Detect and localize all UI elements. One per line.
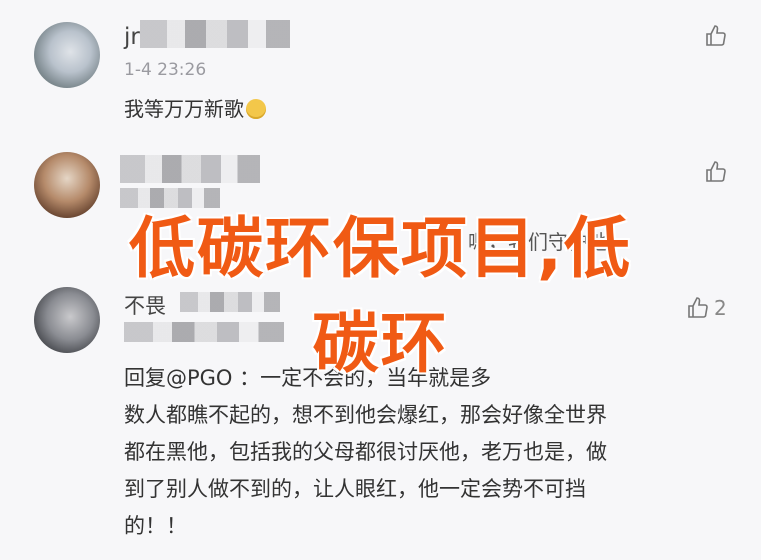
reply-line: 的！！ (124, 514, 187, 538)
overlay-title-line-2: 碳环 (312, 305, 449, 382)
thumbs-up-icon (706, 161, 726, 182)
avatar[interactable] (34, 22, 100, 88)
reply-line: 到了别人做不到的，让人眼红，他一定会势不可挡 (124, 477, 586, 501)
like-button[interactable] (704, 24, 728, 48)
mosaic-blur (120, 155, 260, 183)
thumbs-up-icon (706, 25, 726, 46)
comment-time: 1-4 23:26 (124, 60, 207, 80)
comment-author[interactable]: jr (124, 24, 140, 50)
reply-line: 都在黑他，包括我的父母都很讨厌他，老万也是，做 (124, 440, 607, 464)
reply-text: 回复@PGO ：一定不会的，当年就是多 数人都瞧不起的，想不到他会爆红，那会好像… (124, 360, 744, 545)
mosaic-blur (140, 20, 290, 48)
smile-emoji-icon (246, 99, 266, 119)
like-button[interactable] (704, 160, 728, 184)
comment-text: 我等万万新歌 (124, 93, 266, 122)
overlay-title-line-1: 低碳环保项目,低 (128, 210, 633, 287)
reply-line: 数人都瞧不起的，想不到他会爆红，那会好像全世界 (124, 403, 607, 427)
